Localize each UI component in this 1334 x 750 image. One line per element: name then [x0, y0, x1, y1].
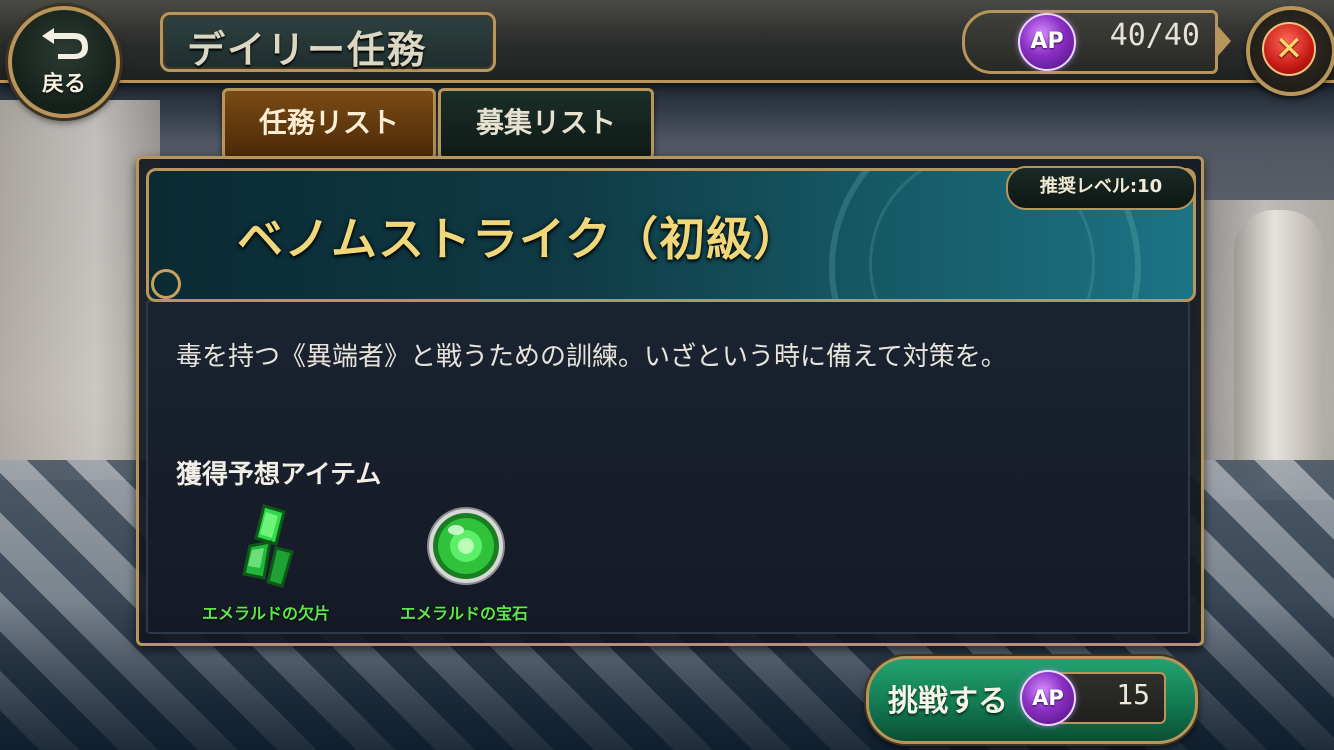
mission-name: ベノムストライク（初級）: [237, 212, 801, 266]
ap-value: 40/40: [1109, 18, 1200, 53]
emerald-shard-icon: [242, 504, 294, 588]
ap-icon: AP: [1020, 670, 1076, 726]
back-arrow-icon: [42, 28, 88, 59]
mission-description: 毒を持つ《異端者》と戦うための訓練。いざという時に備えて対策を。: [176, 342, 1007, 372]
background-pillar: [1234, 210, 1324, 490]
reward-item[interactable]: エメラルドの欠片: [186, 498, 346, 628]
emerald-gem-icon: [427, 507, 505, 585]
close-button[interactable]: ✕: [1246, 6, 1334, 96]
challenge-label[interactable]: 挑戦する: [888, 676, 1008, 720]
page-title: デイリー任務: [187, 28, 428, 72]
background-ceiling: [0, 80, 1334, 140]
reward-name: エメラルドの欠片: [201, 604, 330, 623]
ap-icon: AP: [1018, 13, 1076, 71]
swirl-ornament-icon: [151, 269, 181, 299]
tab-recruit-list[interactable]: 募集リスト: [438, 88, 654, 160]
title-plate: デイリー任務: [160, 12, 496, 72]
close-x-glyph: ✕: [1274, 29, 1304, 69]
close-icon: ✕: [1262, 22, 1316, 76]
back-label: 戻る: [41, 72, 86, 97]
game-screen: 戻る デイリー任務 AP 40/40 ✕ 任務リスト 募集リスト ベノムストライ…: [0, 0, 1334, 750]
reward-name: エメラルドの宝石: [399, 604, 528, 623]
rewards-heading: 獲得予想アイテム: [176, 460, 382, 490]
recommended-level-badge: 推奨レベル:10: [1006, 166, 1196, 210]
back-button[interactable]: 戻る: [8, 6, 120, 118]
tab-mission-list[interactable]: 任務リスト: [222, 88, 436, 160]
reward-item[interactable]: エメラルドの宝石: [384, 498, 544, 628]
ap-cost: 15: [1116, 678, 1150, 711]
